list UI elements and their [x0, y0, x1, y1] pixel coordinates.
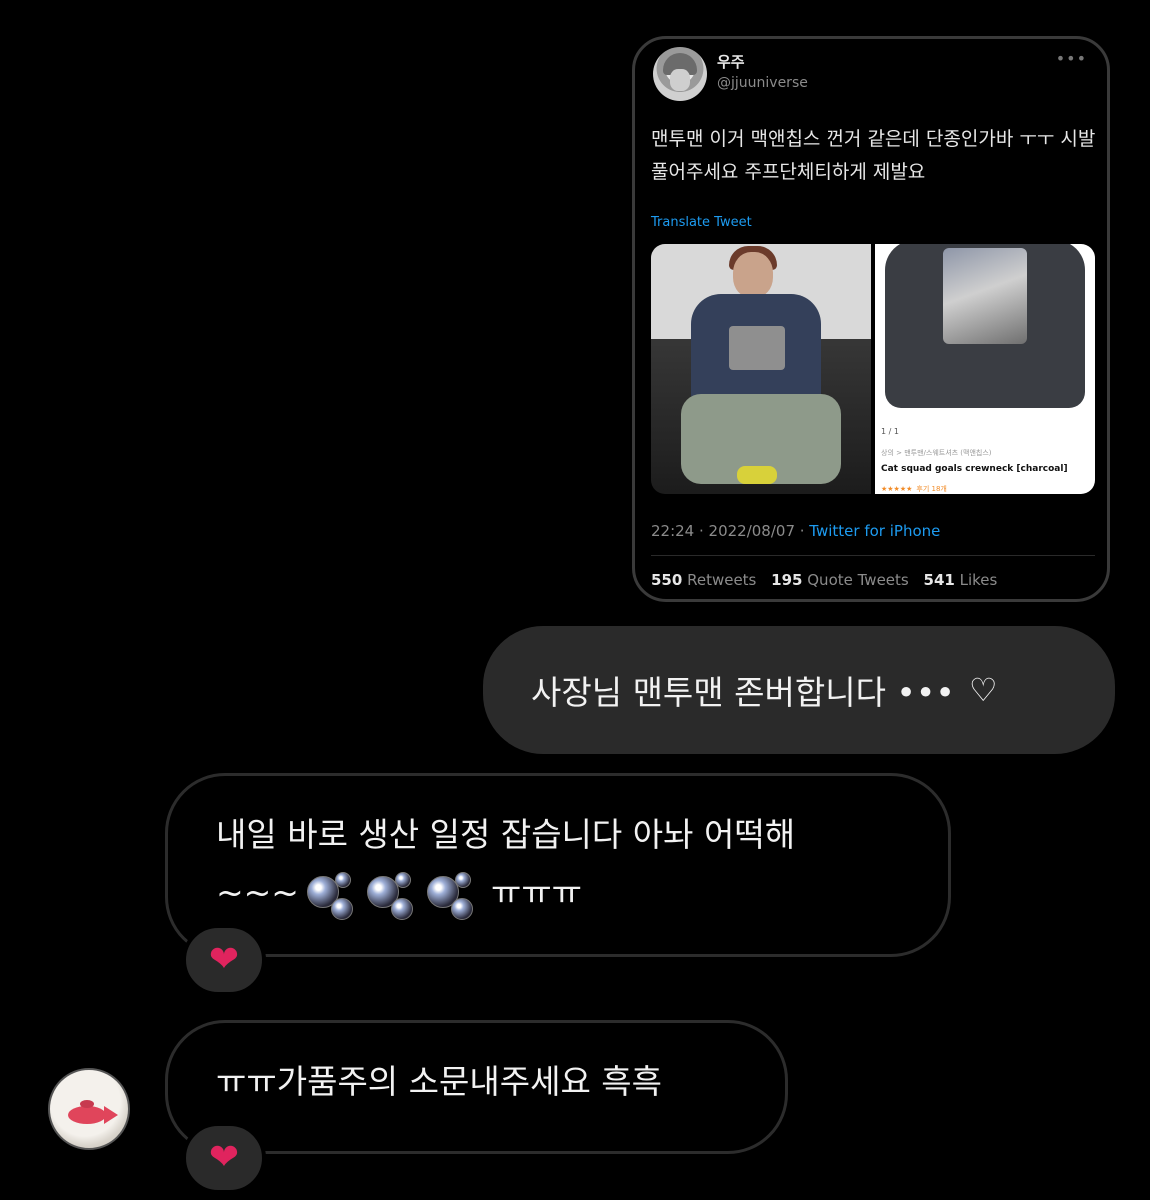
likes-label[interactable]: Likes [960, 571, 998, 589]
retweets-label[interactable]: Retweets [687, 571, 756, 589]
quote-tweets-count[interactable]: 195 [771, 571, 802, 589]
product-name: Cat squad goals crewneck [charcoal] [881, 464, 1068, 474]
tweet-photo-product[interactable]: 1 / 1 상의 > 맨투맨/스웨트셔츠 (맥앤칩스) Cat squad go… [875, 244, 1095, 494]
tweet-source-link[interactable]: Twitter for iPhone [809, 522, 940, 540]
tweet-media-grid: 1 / 1 상의 > 맨투맨/스웨트셔츠 (맥앤칩스) Cat squad go… [651, 244, 1095, 494]
tweet-time: 22:24 · 2022/08/07 · [651, 522, 810, 540]
outgoing-message-text: 사장님 맨투맨 존버합니다 ••• [531, 673, 955, 712]
translate-tweet-link[interactable]: Translate Tweet [651, 215, 752, 230]
incoming-message-tilde: ~~~ [216, 873, 299, 912]
message-reaction[interactable]: ❤ [182, 924, 266, 996]
shared-tweet-card[interactable]: 우주 @jjuuniverse ••• 맨투맨 이거 맥앤칩스 껀거 같은데 단… [632, 36, 1110, 602]
tweet-stats: 550 Retweets 195 Quote Tweets 541 Likes [651, 571, 997, 589]
heart-outline-icon: ♡ [968, 671, 998, 709]
product-rating: ★★★★★ 후기 18개 [881, 484, 947, 494]
tweet-photo-person[interactable] [651, 244, 871, 494]
incoming-message-text: 내일 바로 생산 일정 잡습니다 아놔 어떡해 ~~~ ㅠㅠㅠ [216, 806, 916, 922]
incoming-message-line-1: 내일 바로 생산 일정 잡습니다 아놔 어떡해 [216, 815, 796, 854]
incoming-message-bubble[interactable]: ㅠㅠ가품주의 소문내주세요 흑흑 [165, 1020, 788, 1154]
tweet-author-handle[interactable]: @jjuuniverse [717, 75, 808, 91]
incoming-message-bubble[interactable]: 내일 바로 생산 일정 잡습니다 아놔 어떡해 ~~~ ㅠㅠㅠ [165, 773, 951, 957]
heart-icon: ❤ [208, 1137, 240, 1178]
more-options-icon[interactable]: ••• [1056, 49, 1087, 68]
quote-tweets-label[interactable]: Quote Tweets [807, 571, 908, 589]
bubbles-icon [306, 870, 477, 920]
retweets-count[interactable]: 550 [651, 571, 682, 589]
incoming-message-crying: ㅠㅠㅠ [490, 873, 583, 912]
tweet-author-avatar[interactable] [653, 47, 707, 101]
message-reaction[interactable]: ❤ [182, 1122, 266, 1194]
sender-avatar[interactable] [48, 1068, 130, 1150]
heart-icon: ❤ [208, 939, 240, 980]
tweet-author-name[interactable]: 우주 [717, 51, 745, 72]
outgoing-message-bubble[interactable]: 사장님 맨투맨 존버합니다 ••• ♡ [483, 626, 1115, 754]
review-count: 후기 18개 [916, 485, 947, 493]
product-category: 상의 > 맨투맨/스웨트셔츠 (맥앤칩스) [881, 449, 992, 457]
incoming-message-text: ㅠㅠ가품주의 소문내주세요 흑흑 [216, 1062, 663, 1101]
product-pager: 1 / 1 [881, 427, 899, 436]
likes-count[interactable]: 541 [924, 571, 955, 589]
tweet-text: 맨투맨 이거 맥앤칩스 껀거 같은데 단종인가바 ㅜㅜ 시발 풀어주세요 주프단… [651, 128, 1096, 183]
tweet-timestamp: 22:24 · 2022/08/07 · Twitter for iPhone [651, 522, 940, 540]
star-icons: ★★★★★ [881, 485, 913, 493]
tweet-divider [651, 555, 1095, 556]
